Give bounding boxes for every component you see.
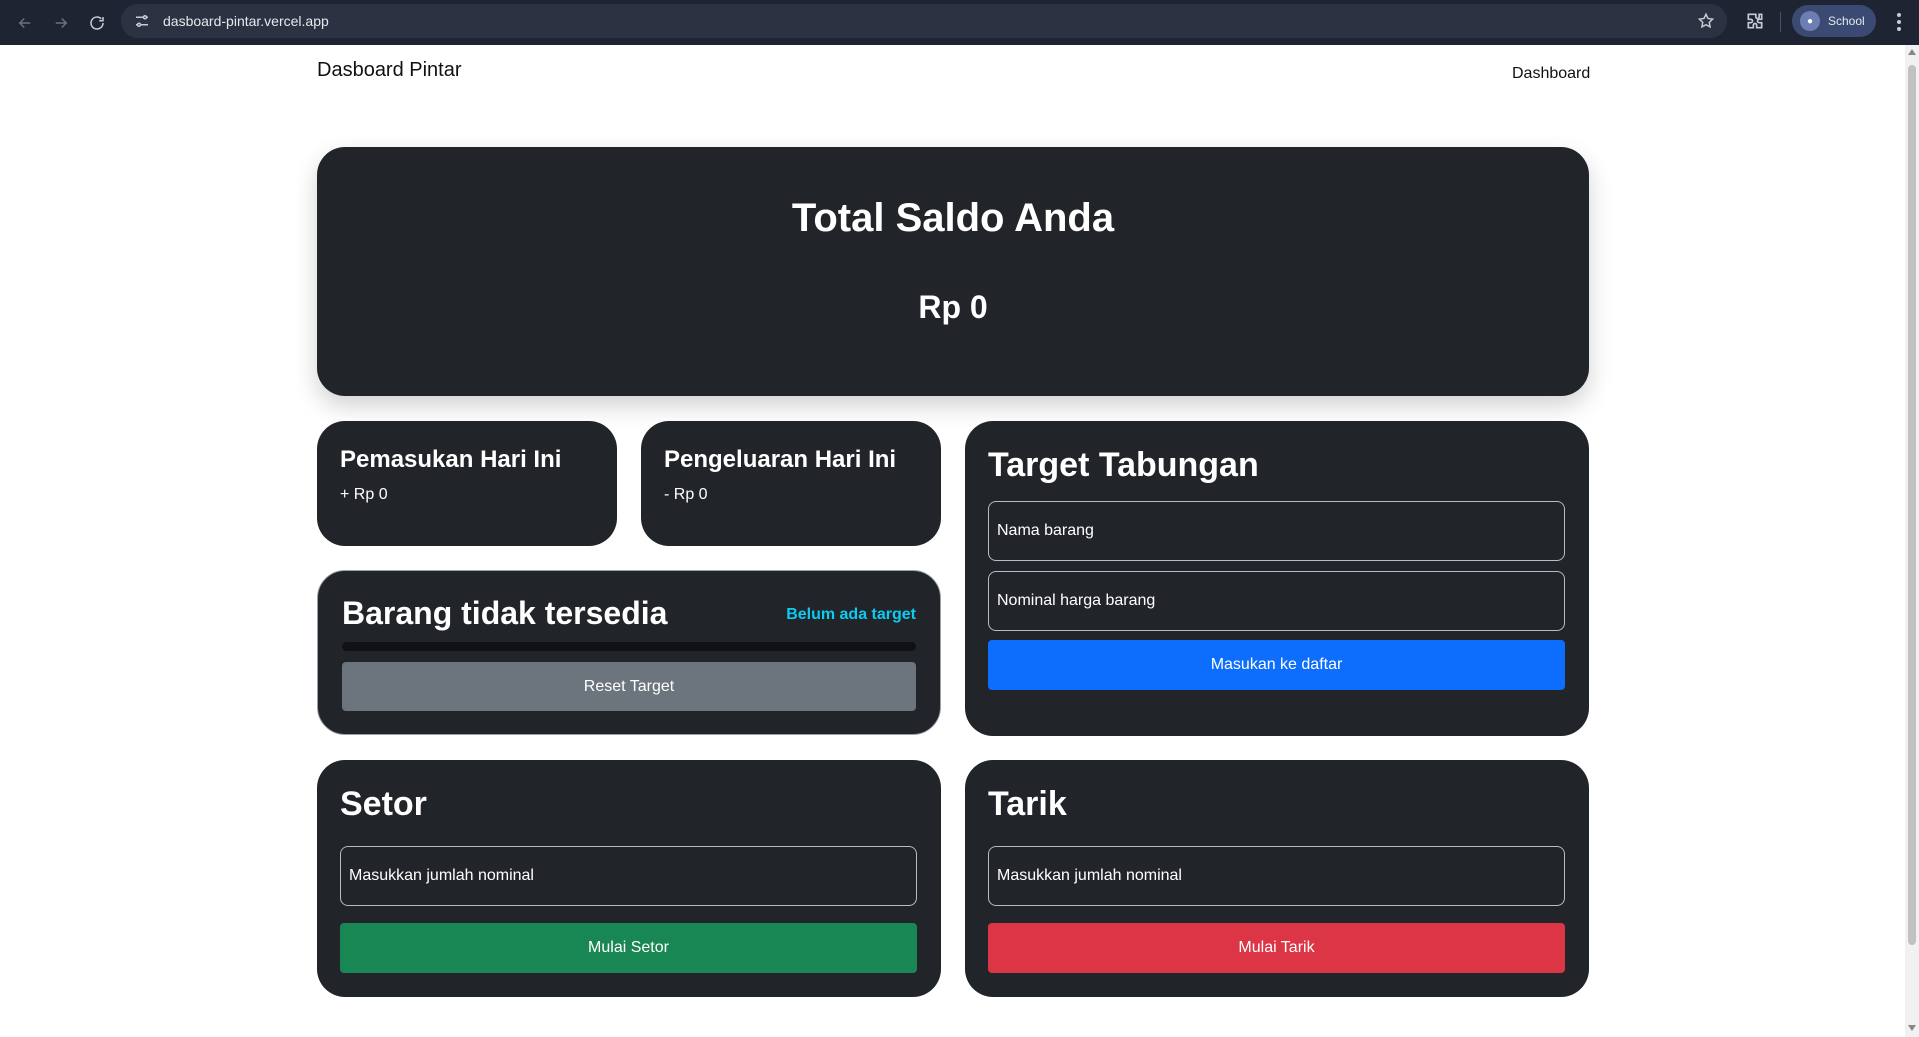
expense-card: Pengeluaran Hari Ini - Rp 0 (641, 421, 941, 546)
address-bar[interactable]: dasboard-pintar.vercel.app (121, 4, 1727, 38)
profile-button[interactable]: ● School (1792, 5, 1876, 37)
profile-avatar-icon: ● (1800, 11, 1820, 31)
withdraw-title: Tarik (988, 785, 1067, 823)
reload-button[interactable] (80, 6, 114, 40)
extensions-icon[interactable] (1745, 11, 1765, 31)
income-title: Pemasukan Hari Ini (340, 446, 562, 473)
target-status-badge: Belum ada target (786, 606, 916, 623)
url-text: dasboard-pintar.vercel.app (163, 13, 329, 29)
reload-icon (90, 15, 104, 30)
arrow-left-icon (18, 17, 31, 28)
nav-link-dashboard[interactable]: Dashboard (1512, 65, 1590, 83)
toolbar-divider (1780, 12, 1781, 32)
target-item-name: Barang tidak tersedia (342, 595, 668, 631)
profile-label: School (1828, 14, 1865, 28)
item-name-input[interactable]: Nama barang (988, 501, 1565, 561)
site-settings-icon[interactable] (133, 12, 151, 30)
balance-amount: Rp 0 (918, 289, 988, 325)
target-progress-bar (342, 642, 916, 651)
income-card: Pemasukan Hari Ini + Rp 0 (317, 421, 617, 546)
target-form-title: Target Tabungan (988, 446, 1259, 484)
reset-target-button[interactable]: Reset Target (342, 662, 916, 711)
balance-title: Total Saldo Anda (791, 196, 1115, 240)
deposit-button[interactable]: Mulai Setor (340, 923, 917, 973)
arrow-right-icon (55, 17, 68, 28)
page-scrollbar[interactable] (1905, 45, 1919, 1037)
menu-dot-icon (1897, 20, 1901, 24)
bookmark-star-icon[interactable] (1697, 12, 1715, 30)
item-price-input[interactable]: Nominal harga barang (988, 571, 1565, 631)
expense-title: Pengeluaran Hari Ini (664, 446, 897, 473)
deposit-title: Setor (340, 785, 427, 823)
menu-dot-icon (1897, 27, 1901, 31)
forward-button[interactable] (44, 6, 78, 40)
withdraw-card: Tarik Masukkan jumlah nominal Mulai Tari… (965, 760, 1589, 997)
deposit-amount-input[interactable]: Masukkan jumlah nominal (340, 846, 917, 906)
withdraw-amount-input[interactable]: Masukkan jumlah nominal (988, 846, 1565, 906)
balance-card: Total Saldo Anda Rp 0 (317, 147, 1589, 396)
navbar-brand[interactable]: Dasboard Pintar (317, 59, 462, 82)
target-status-card: Barang tidak tersedia Belum ada target R… (317, 570, 941, 735)
menu-dot-icon (1897, 13, 1901, 17)
add-to-list-button[interactable]: Masukan ke daftar (988, 640, 1565, 690)
withdraw-button[interactable]: Mulai Tarik (988, 923, 1565, 973)
scroll-down-arrow-icon[interactable] (1908, 1025, 1916, 1031)
expense-amount: - Rp 0 (664, 486, 708, 503)
browser-toolbar: dasboard-pintar.vercel.app ● School (0, 0, 1919, 45)
deposit-card: Setor Masukkan jumlah nominal Mulai Seto… (317, 760, 941, 997)
target-form-card: Target Tabungan Nama barang Nominal harg… (965, 421, 1589, 736)
scroll-up-arrow-icon[interactable] (1908, 49, 1916, 55)
browser-menu-button[interactable] (1888, 10, 1910, 34)
scrollbar-thumb[interactable] (1908, 65, 1916, 945)
income-amount: + Rp 0 (340, 486, 388, 503)
back-button[interactable] (8, 6, 42, 40)
